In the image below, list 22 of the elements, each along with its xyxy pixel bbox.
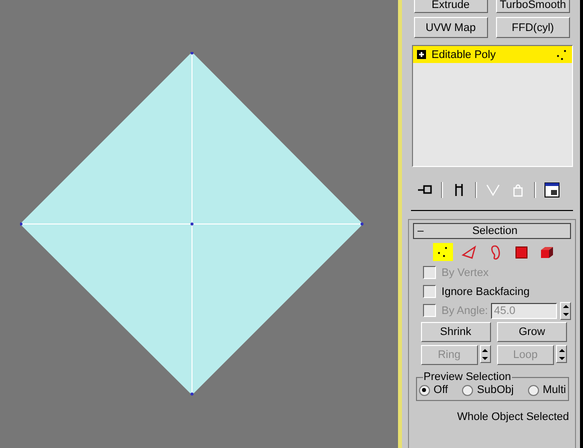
expand-icon[interactable] bbox=[416, 50, 426, 59]
spinner-icon[interactable] bbox=[560, 302, 571, 320]
stack-item[interactable]: Editable Poly bbox=[412, 46, 572, 63]
group-title: Preview Selection bbox=[422, 371, 512, 383]
viewport[interactable] bbox=[0, 0, 402, 448]
collapse-toggle[interactable]: – bbox=[418, 225, 424, 237]
rollout-title: Selection bbox=[471, 225, 518, 237]
modifier-button[interactable]: UVW Map bbox=[414, 17, 488, 38]
vertex-dots-icon bbox=[554, 48, 568, 60]
action-button[interactable]: Grow bbox=[496, 322, 567, 342]
rollout-header[interactable]: – Selection bbox=[412, 223, 571, 239]
modifier-button[interactable]: FFD(cyl) bbox=[496, 17, 570, 38]
action-button[interactable]: Shrink bbox=[420, 322, 491, 342]
checkbox[interactable]: Ignore Backfacing bbox=[412, 282, 571, 301]
radio-option[interactable]: SubObj bbox=[462, 384, 514, 396]
stack-item-label: Editable Poly bbox=[432, 48, 496, 60]
radio-option[interactable]: Off bbox=[418, 384, 448, 396]
selection-status-text: Whole Object Selected bbox=[456, 410, 570, 423]
edge-level-icon[interactable] bbox=[458, 243, 479, 261]
window-grid-icon[interactable] bbox=[542, 182, 561, 198]
vertex-level-icon[interactable] bbox=[432, 243, 453, 261]
radio-option[interactable]: Multi bbox=[528, 384, 566, 396]
